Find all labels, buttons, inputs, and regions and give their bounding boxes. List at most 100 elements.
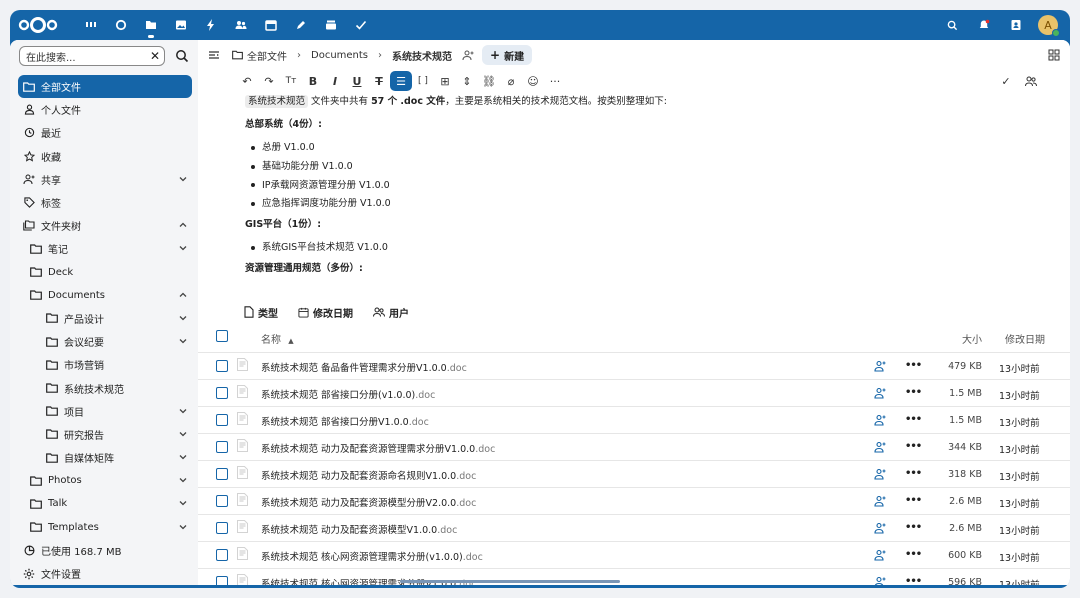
- share-icon[interactable]: [874, 360, 886, 372]
- chevron-down-icon[interactable]: [178, 336, 188, 346]
- row-actions-icon[interactable]: •••: [905, 522, 922, 533]
- breadcrumb-root[interactable]: 全部文件: [232, 48, 287, 63]
- callout-icon[interactable]: ⇕: [456, 71, 478, 91]
- files-icon[interactable]: [136, 10, 166, 40]
- search-button-icon[interactable]: [174, 48, 190, 64]
- row-actions-icon[interactable]: •••: [905, 495, 922, 506]
- sidebar-item[interactable]: 文件设置: [10, 562, 198, 585]
- chevron-up-icon[interactable]: [178, 220, 188, 230]
- code-block-icon[interactable]: [ ]: [412, 71, 434, 91]
- share-icon[interactable]: [874, 414, 886, 426]
- undo-icon[interactable]: ↶: [236, 71, 258, 91]
- chevron-down-icon[interactable]: [178, 174, 188, 184]
- attachment-icon[interactable]: ⌀: [500, 71, 522, 91]
- sidebar-item[interactable]: Deck: [10, 261, 198, 284]
- search-icon[interactable]: [106, 10, 136, 40]
- grid-view-icon[interactable]: [1048, 49, 1060, 61]
- row-checkbox[interactable]: [216, 414, 228, 426]
- unified-search-icon[interactable]: [938, 10, 966, 40]
- sidebar-search-input[interactable]: 在此搜索... ✕: [19, 46, 165, 66]
- emoji-icon[interactable]: ☺: [522, 71, 544, 91]
- row-checkbox[interactable]: [216, 549, 228, 561]
- chevron-down-icon[interactable]: [178, 475, 188, 485]
- bullet-list-icon[interactable]: ☰: [390, 71, 412, 91]
- sidebar-item[interactable]: 研究报告: [10, 423, 198, 446]
- share-icon[interactable]: [874, 441, 886, 453]
- table-row[interactable]: 系统技术规范 动力及配套资源管理需求分册V1.0.0.doc ••• 344 KB 1…: [198, 433, 1070, 460]
- filter-people[interactable]: 用户: [373, 305, 409, 320]
- row-actions-icon[interactable]: •••: [905, 360, 922, 371]
- share-icon[interactable]: [874, 387, 886, 399]
- table-row[interactable]: 系统技术规范 动力及配套资源命名规则V1.0.0.doc ••• 318 KB 13小…: [198, 460, 1070, 487]
- sort-by-name[interactable]: 名称 ▲: [261, 331, 294, 346]
- chevron-down-icon[interactable]: [178, 406, 188, 416]
- photos-icon[interactable]: [166, 10, 196, 40]
- share-icon[interactable]: [874, 576, 886, 585]
- clear-search-icon[interactable]: ✕: [150, 49, 160, 63]
- sidebar-item[interactable]: Documents: [10, 284, 198, 307]
- table-row[interactable]: 系统技术规范 核心网资源管理需求分册V1.0.0.doc•••596 KB13小…: [198, 568, 1070, 585]
- sidebar-item[interactable]: 收藏: [10, 145, 198, 168]
- chevron-down-icon[interactable]: [178, 498, 188, 508]
- bold-icon[interactable]: B: [302, 71, 324, 91]
- contacts-menu-icon[interactable]: [1002, 10, 1030, 40]
- new-button[interactable]: + 新建: [482, 45, 533, 65]
- heading-icon[interactable]: Tт: [280, 71, 302, 91]
- sidebar-item[interactable]: 全部文件: [18, 75, 192, 99]
- row-checkbox[interactable]: [216, 495, 228, 507]
- row-checkbox[interactable]: [216, 360, 228, 372]
- chevron-down-icon[interactable]: [178, 522, 188, 532]
- share-icon[interactable]: [874, 522, 886, 534]
- table-icon[interactable]: ⊞: [434, 71, 456, 91]
- sidebar-item[interactable]: 文件夹树: [10, 214, 198, 237]
- row-checkbox[interactable]: [216, 522, 228, 534]
- sort-by-size[interactable]: 大小: [962, 331, 982, 346]
- filter-modified[interactable]: 修改日期: [298, 305, 353, 320]
- more-icon[interactable]: ···: [544, 71, 566, 91]
- share-icon[interactable]: [874, 468, 886, 480]
- deck-icon[interactable]: [316, 10, 346, 40]
- file-name[interactable]: 系统技术规范 动力及配套资源命名规则V1.0.0.doc: [261, 468, 476, 482]
- table-row[interactable]: 系统技术规范 部省接口分册V1.0.0.doc ••• 1.5 MB 13小时前: [198, 406, 1070, 433]
- chevron-down-icon[interactable]: [178, 313, 188, 323]
- select-all-checkbox[interactable]: [216, 330, 228, 342]
- check-icon[interactable]: ✓: [995, 71, 1017, 91]
- collaborators-icon[interactable]: [1020, 71, 1042, 91]
- activity-icon[interactable]: [196, 10, 226, 40]
- dashboard-icon[interactable]: [76, 10, 106, 40]
- sidebar-item[interactable]: Photos: [10, 469, 198, 492]
- share-icon[interactable]: [874, 495, 886, 507]
- chevron-down-icon[interactable]: [178, 452, 188, 462]
- table-row[interactable]: 系统技术规范 动力及配套资源模型分册V2.0.0.doc ••• 2.6 MB 13小…: [198, 487, 1070, 514]
- toggle-sidebar-icon[interactable]: [208, 49, 220, 61]
- table-row[interactable]: 系统技术规范 动力及配套资源模型V1.0.0.doc ••• 2.6 MB 13小时前: [198, 514, 1070, 541]
- sidebar-item[interactable]: 项目: [10, 400, 198, 423]
- sidebar-item[interactable]: 产品设计: [10, 307, 198, 330]
- file-name[interactable]: 系统技术规范 部省接口分册(v1.0.0).doc: [261, 387, 435, 401]
- row-checkbox[interactable]: [216, 441, 228, 453]
- file-name[interactable]: 系统技术规范 部省接口分册V1.0.0.doc: [261, 414, 429, 428]
- sidebar-item[interactable]: 系统技术规范: [10, 376, 198, 399]
- chevron-up-icon[interactable]: [178, 290, 188, 300]
- sidebar-item[interactable]: Talk: [10, 492, 198, 515]
- sidebar-item[interactable]: 会议纪要: [10, 330, 198, 353]
- sidebar-item[interactable]: 共享: [10, 168, 198, 191]
- row-actions-icon[interactable]: •••: [905, 468, 922, 479]
- row-actions-icon[interactable]: •••: [905, 387, 922, 398]
- chevron-down-icon[interactable]: [178, 429, 188, 439]
- tasks-icon[interactable]: [346, 10, 376, 40]
- sidebar-item[interactable]: Templates: [10, 516, 198, 539]
- sidebar-item[interactable]: 个人文件: [10, 98, 198, 121]
- row-checkbox[interactable]: [216, 576, 228, 585]
- row-checkbox[interactable]: [216, 387, 228, 399]
- row-checkbox[interactable]: [216, 468, 228, 480]
- nextcloud-logo[interactable]: [18, 16, 58, 34]
- sidebar-item[interactable]: 市场营销: [10, 353, 198, 376]
- row-actions-icon[interactable]: •••: [905, 441, 922, 452]
- link-icon[interactable]: ⛓: [478, 71, 500, 91]
- file-name[interactable]: 系统技术规范 动力及配套资源管理需求分册V1.0.0.doc: [261, 441, 495, 455]
- file-name[interactable]: 系统技术规范 动力及配套资源模型V1.0.0.doc: [261, 522, 457, 536]
- share-icon[interactable]: [874, 549, 886, 561]
- table-row[interactable]: 系统技术规范 备品备件管理需求分册V1.0.0.doc ••• 479 KB 13小时…: [198, 352, 1070, 379]
- contacts-icon[interactable]: [226, 10, 256, 40]
